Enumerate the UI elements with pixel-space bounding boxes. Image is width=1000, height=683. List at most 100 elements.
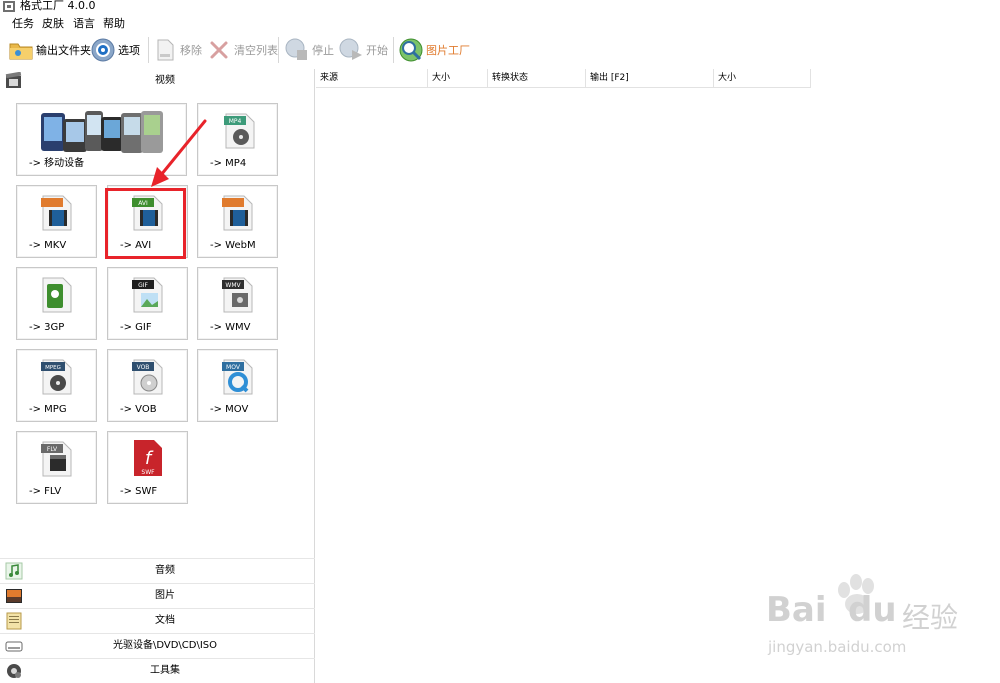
- tile-vob[interactable]: VOB -> VOB: [107, 349, 188, 422]
- menu-bar: 任务 皮肤 语言 帮助: [0, 15, 1000, 33]
- stop-label: 停止: [312, 44, 334, 57]
- webm-file-icon: [222, 195, 253, 231]
- toolbar: 输出文件夹 选项 移除 清空列表 停止 开始 图片工厂: [0, 33, 1000, 68]
- remove-label: 移除: [180, 44, 202, 57]
- watermark-url: jingyan.baidu.com: [768, 638, 907, 656]
- gif-file-icon: GIF: [132, 277, 163, 313]
- clear-list-button[interactable]: 清空列表: [206, 35, 278, 65]
- category-document-label: 文档: [155, 615, 175, 626]
- folder-icon: [9, 43, 33, 60]
- tile-webm[interactable]: -> WebM: [197, 185, 278, 258]
- title-bar: 格式工厂 4.0.0: [0, 0, 1000, 14]
- category-panel: 视频 -> 移动设备 MP4 -> MP4 -> MKV AVI -> AVI …: [0, 69, 315, 683]
- options-button[interactable]: 选项: [90, 35, 140, 65]
- svg-text:VOB: VOB: [137, 364, 150, 371]
- category-rom-device[interactable]: 光驱设备\DVD\CD\ISO: [0, 633, 315, 657]
- toolbar-separator: [393, 37, 394, 63]
- tile-vob-label: -> VOB: [120, 404, 157, 415]
- menu-skin[interactable]: 皮肤: [42, 15, 64, 33]
- tile-webm-label: -> WebM: [210, 240, 256, 251]
- gear-icon: [91, 38, 115, 62]
- menu-language[interactable]: 语言: [73, 15, 95, 33]
- picture-factory-icon: [399, 38, 423, 62]
- tile-mp4-label: -> MP4: [210, 158, 247, 169]
- watermark-brand2: du: [848, 590, 897, 630]
- tile-3gp[interactable]: -> 3GP: [16, 267, 97, 340]
- svg-text:SWF: SWF: [141, 469, 155, 476]
- column-size[interactable]: 大小: [428, 69, 488, 88]
- options-label: 选项: [118, 44, 140, 57]
- start-label: 开始: [366, 44, 388, 57]
- tile-flv-label: -> FLV: [29, 486, 62, 497]
- category-picture-label: 图片: [155, 590, 175, 601]
- tile-wmv-label: -> WMV: [210, 322, 251, 333]
- clear-x-icon: [210, 41, 228, 59]
- watermark: Bai du 经验 jingyan.baidu.com: [762, 572, 992, 662]
- mpg-file-icon: MPEG: [41, 359, 72, 395]
- wmv-file-icon: WMV: [222, 277, 253, 313]
- watermark-brand: Bai: [766, 590, 827, 630]
- tile-avi-label: -> AVI: [120, 240, 152, 251]
- svg-text:AVI: AVI: [138, 200, 148, 207]
- remove-button[interactable]: 移除: [152, 35, 202, 65]
- tile-mpg[interactable]: MPEG -> MPG: [16, 349, 97, 422]
- tile-gif[interactable]: GIF -> GIF: [107, 267, 188, 340]
- tile-wmv[interactable]: WMV -> WMV: [197, 267, 278, 340]
- 3gp-file-icon: [42, 277, 72, 313]
- menu-task[interactable]: 任务: [12, 15, 34, 33]
- category-audio[interactable]: 音频: [0, 558, 315, 582]
- svg-text:MOV: MOV: [226, 364, 241, 371]
- tile-mobile-devices-label: -> 移动设备: [29, 158, 85, 169]
- tile-mkv-label: -> MKV: [29, 240, 67, 251]
- tile-gif-label: -> GIF: [120, 322, 152, 333]
- svg-text:WMV: WMV: [225, 282, 241, 289]
- avi-file-icon: AVI: [132, 195, 163, 231]
- category-picture[interactable]: 图片: [0, 583, 315, 607]
- toolbar-separator: [278, 37, 279, 63]
- category-document[interactable]: 文档: [0, 608, 315, 632]
- mkv-file-icon: [41, 195, 72, 231]
- stop-icon: [285, 38, 307, 60]
- tile-swf[interactable]: f SWF -> SWF: [107, 431, 188, 504]
- mp4-file-icon: MP4: [224, 113, 255, 149]
- tile-mkv[interactable]: -> MKV: [16, 185, 97, 258]
- flv-file-icon: FLV: [41, 441, 72, 477]
- start-icon: [339, 38, 362, 60]
- menu-help[interactable]: 帮助: [103, 15, 125, 33]
- start-button[interactable]: 开始: [338, 35, 388, 65]
- category-video[interactable]: 视频: [0, 69, 315, 93]
- category-tools[interactable]: 工具集: [0, 658, 315, 682]
- watermark-cn: 经验: [902, 601, 959, 634]
- tile-mov[interactable]: MOV -> MOV: [197, 349, 278, 422]
- app-logo-icon: [3, 1, 15, 12]
- output-folder-button[interactable]: 输出文件夹: [8, 35, 91, 65]
- output-folder-label: 输出文件夹: [36, 44, 91, 57]
- svg-text:FLV: FLV: [47, 446, 58, 453]
- column-status[interactable]: 转换状态: [488, 69, 586, 88]
- picture-factory-button[interactable]: 图片工厂: [398, 35, 470, 65]
- tile-mpg-label: -> MPG: [29, 404, 67, 415]
- column-output[interactable]: 输出 [F2]: [586, 69, 714, 88]
- vob-file-icon: VOB: [132, 359, 163, 395]
- tile-swf-label: -> SWF: [120, 486, 158, 497]
- tile-flv[interactable]: FLV -> FLV: [16, 431, 97, 504]
- column-source[interactable]: 来源: [316, 69, 428, 88]
- swf-file-icon: f SWF: [134, 440, 162, 476]
- picture-factory-label: 图片工厂: [426, 44, 470, 57]
- tile-3gp-label: -> 3GP: [29, 322, 65, 333]
- remove-file-icon: [157, 39, 174, 61]
- svg-text:MP4: MP4: [229, 118, 242, 125]
- stop-button[interactable]: 停止: [284, 35, 334, 65]
- tile-avi[interactable]: AVI -> AVI: [107, 185, 188, 258]
- category-rom-label: 光驱设备\DVD\CD\ISO: [112, 640, 218, 651]
- category-audio-label: 音频: [155, 565, 175, 576]
- category-tools-label: 工具集: [150, 665, 180, 676]
- mov-file-icon: MOV: [222, 359, 253, 395]
- annotation-arrow-icon: [151, 119, 207, 187]
- clear-list-label: 清空列表: [234, 44, 278, 57]
- category-video-label: 视频: [155, 75, 175, 86]
- tile-mov-label: -> MOV: [210, 404, 249, 415]
- column-output-size[interactable]: 大小: [714, 69, 811, 88]
- svg-text:MPEG: MPEG: [45, 365, 61, 371]
- window-title: 格式工厂 4.0.0: [20, 0, 96, 12]
